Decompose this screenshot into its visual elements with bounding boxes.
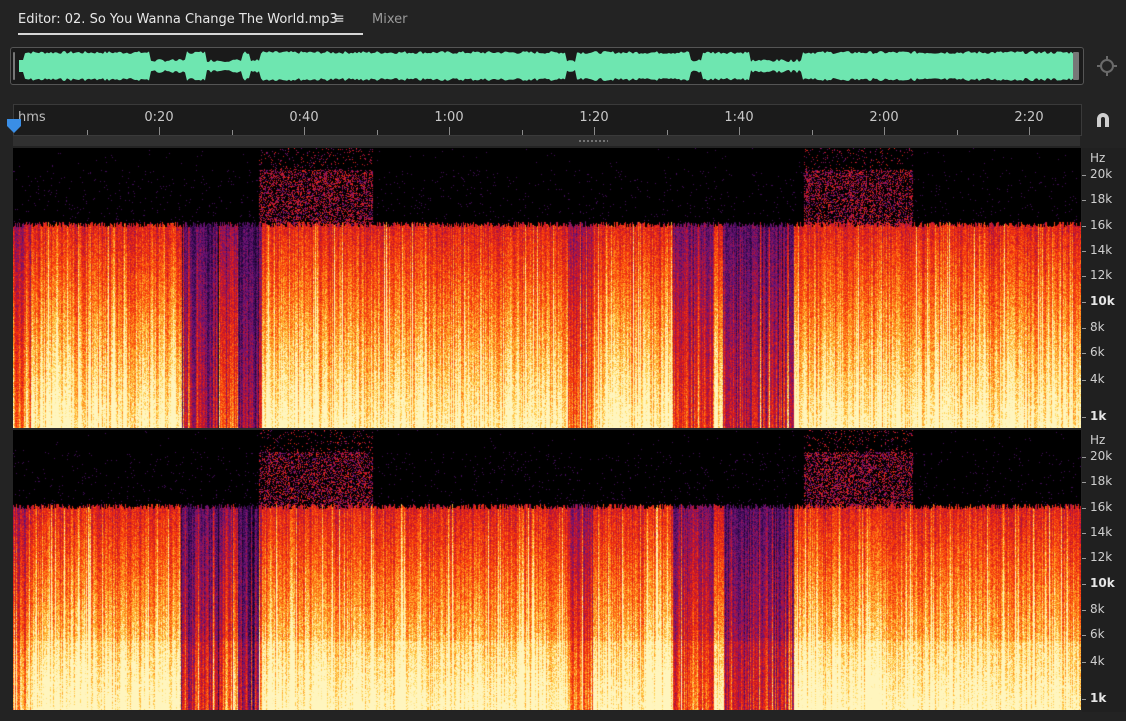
tab-mixer[interactable]: Mixer [372, 12, 407, 27]
frequency-tick-label: 8k [1090, 320, 1105, 334]
spectrogram-left-canvas [13, 148, 1081, 428]
frequency-tick-label: 10k [1090, 294, 1115, 308]
frequency-scale-right: Hz 20k 18k 16k 14k 12k 10k 8k 6k 4k 1k [1082, 430, 1126, 712]
frequency-tick-label: 12k [1090, 268, 1113, 282]
frequency-tick-label: 16k [1090, 218, 1113, 232]
tab-mixer-label: Mixer [372, 12, 408, 27]
frequency-tick [1082, 175, 1086, 176]
frequency-tick-label: 14k [1090, 243, 1113, 257]
time-ruler[interactable]: hms 0:20 0:40 1:00 1:20 1:40 2:00 2:20 [13, 104, 1082, 136]
frequency-tick-label: 10k [1090, 576, 1115, 590]
time-tick-label: 0:20 [144, 110, 174, 125]
frequency-tick [1082, 635, 1086, 636]
splitter-grip[interactable] [578, 139, 608, 143]
frequency-tick-label: 1k [1090, 409, 1107, 423]
tab-menu-icon[interactable]: ≡ [333, 11, 345, 27]
tab-editor[interactable]: Editor: 02. So You Wanna Change The Worl… [18, 12, 363, 35]
frequency-tick-label: 1k [1090, 691, 1107, 705]
waveform-overview[interactable] [10, 47, 1084, 85]
frequency-tick [1082, 251, 1086, 252]
frequency-tick [1082, 353, 1086, 354]
frequency-unit-label: Hz [1090, 433, 1106, 447]
spectrogram-left-channel[interactable] [13, 148, 1081, 428]
time-tick [232, 130, 233, 135]
frequency-tick-label: 12k [1090, 550, 1113, 564]
frequency-tick [1082, 662, 1086, 663]
frequency-tick-label: 20k [1090, 449, 1113, 463]
frequency-tick [1082, 508, 1086, 509]
frequency-tick [1082, 200, 1086, 201]
time-tick-label: 0:40 [289, 110, 319, 125]
frequency-tick [1082, 610, 1086, 611]
panel-splitter[interactable] [13, 136, 1080, 146]
playhead-icon[interactable] [6, 118, 22, 134]
frequency-tick [1082, 380, 1086, 381]
frequency-tick-label: 20k [1090, 167, 1113, 181]
frequency-tick [1082, 328, 1086, 329]
frequency-tick-label: 4k [1090, 372, 1105, 386]
spectrogram-right-channel[interactable] [13, 430, 1081, 710]
frequency-tick [1082, 417, 1086, 418]
time-tick-label: 2:20 [1014, 110, 1044, 125]
time-tick [377, 130, 378, 135]
frequency-tick-label: 8k [1090, 602, 1105, 616]
time-tick-label: 1:20 [579, 110, 609, 125]
frequency-unit-label: Hz [1090, 151, 1106, 165]
frequency-tick-label: 18k [1090, 192, 1113, 206]
frequency-tick [1082, 558, 1086, 559]
time-tick [1029, 127, 1030, 135]
time-tick [594, 127, 595, 135]
time-tick [522, 130, 523, 135]
time-tick [159, 127, 160, 135]
time-unit-label: hms [18, 110, 46, 125]
frequency-tick-label: 4k [1090, 654, 1105, 668]
tab-bar: Editor: 02. So You Wanna Change The Worl… [0, 0, 1126, 40]
spectrogram-right-canvas [13, 430, 1081, 710]
overview-waveform [13, 51, 1079, 81]
frequency-tick [1082, 457, 1086, 458]
time-tick-label: 1:40 [724, 110, 754, 125]
frequency-tick-label: 6k [1090, 345, 1105, 359]
frequency-scale-left: Hz 20k 18k 16k 14k 12k 10k 8k 6k 4k 1k [1082, 148, 1126, 430]
time-tick-label: 1:00 [434, 110, 464, 125]
frequency-tick [1082, 302, 1086, 303]
frequency-tick-label: 16k [1090, 500, 1113, 514]
frequency-tick [1082, 482, 1086, 483]
frequency-tick-label: 18k [1090, 474, 1113, 488]
frequency-tick [1082, 276, 1086, 277]
frequency-tick [1082, 226, 1086, 227]
time-tick [739, 127, 740, 135]
frequency-tick [1082, 533, 1086, 534]
time-tick-label: 2:00 [869, 110, 899, 125]
tab-editor-label: Editor: 02. So You Wanna Change The Worl… [18, 12, 338, 27]
time-tick [667, 130, 668, 135]
zoom-icon[interactable] [1096, 55, 1118, 77]
frequency-tick [1082, 699, 1086, 700]
magnet-icon[interactable] [1094, 111, 1112, 129]
frequency-tick [1082, 584, 1086, 585]
time-tick [957, 130, 958, 135]
frequency-tick-label: 6k [1090, 627, 1105, 641]
time-tick [812, 130, 813, 135]
time-tick [884, 127, 885, 135]
active-tab-underline [18, 33, 363, 35]
frequency-tick-label: 14k [1090, 525, 1113, 539]
time-tick [449, 127, 450, 135]
time-tick [87, 130, 88, 135]
time-tick [304, 127, 305, 135]
